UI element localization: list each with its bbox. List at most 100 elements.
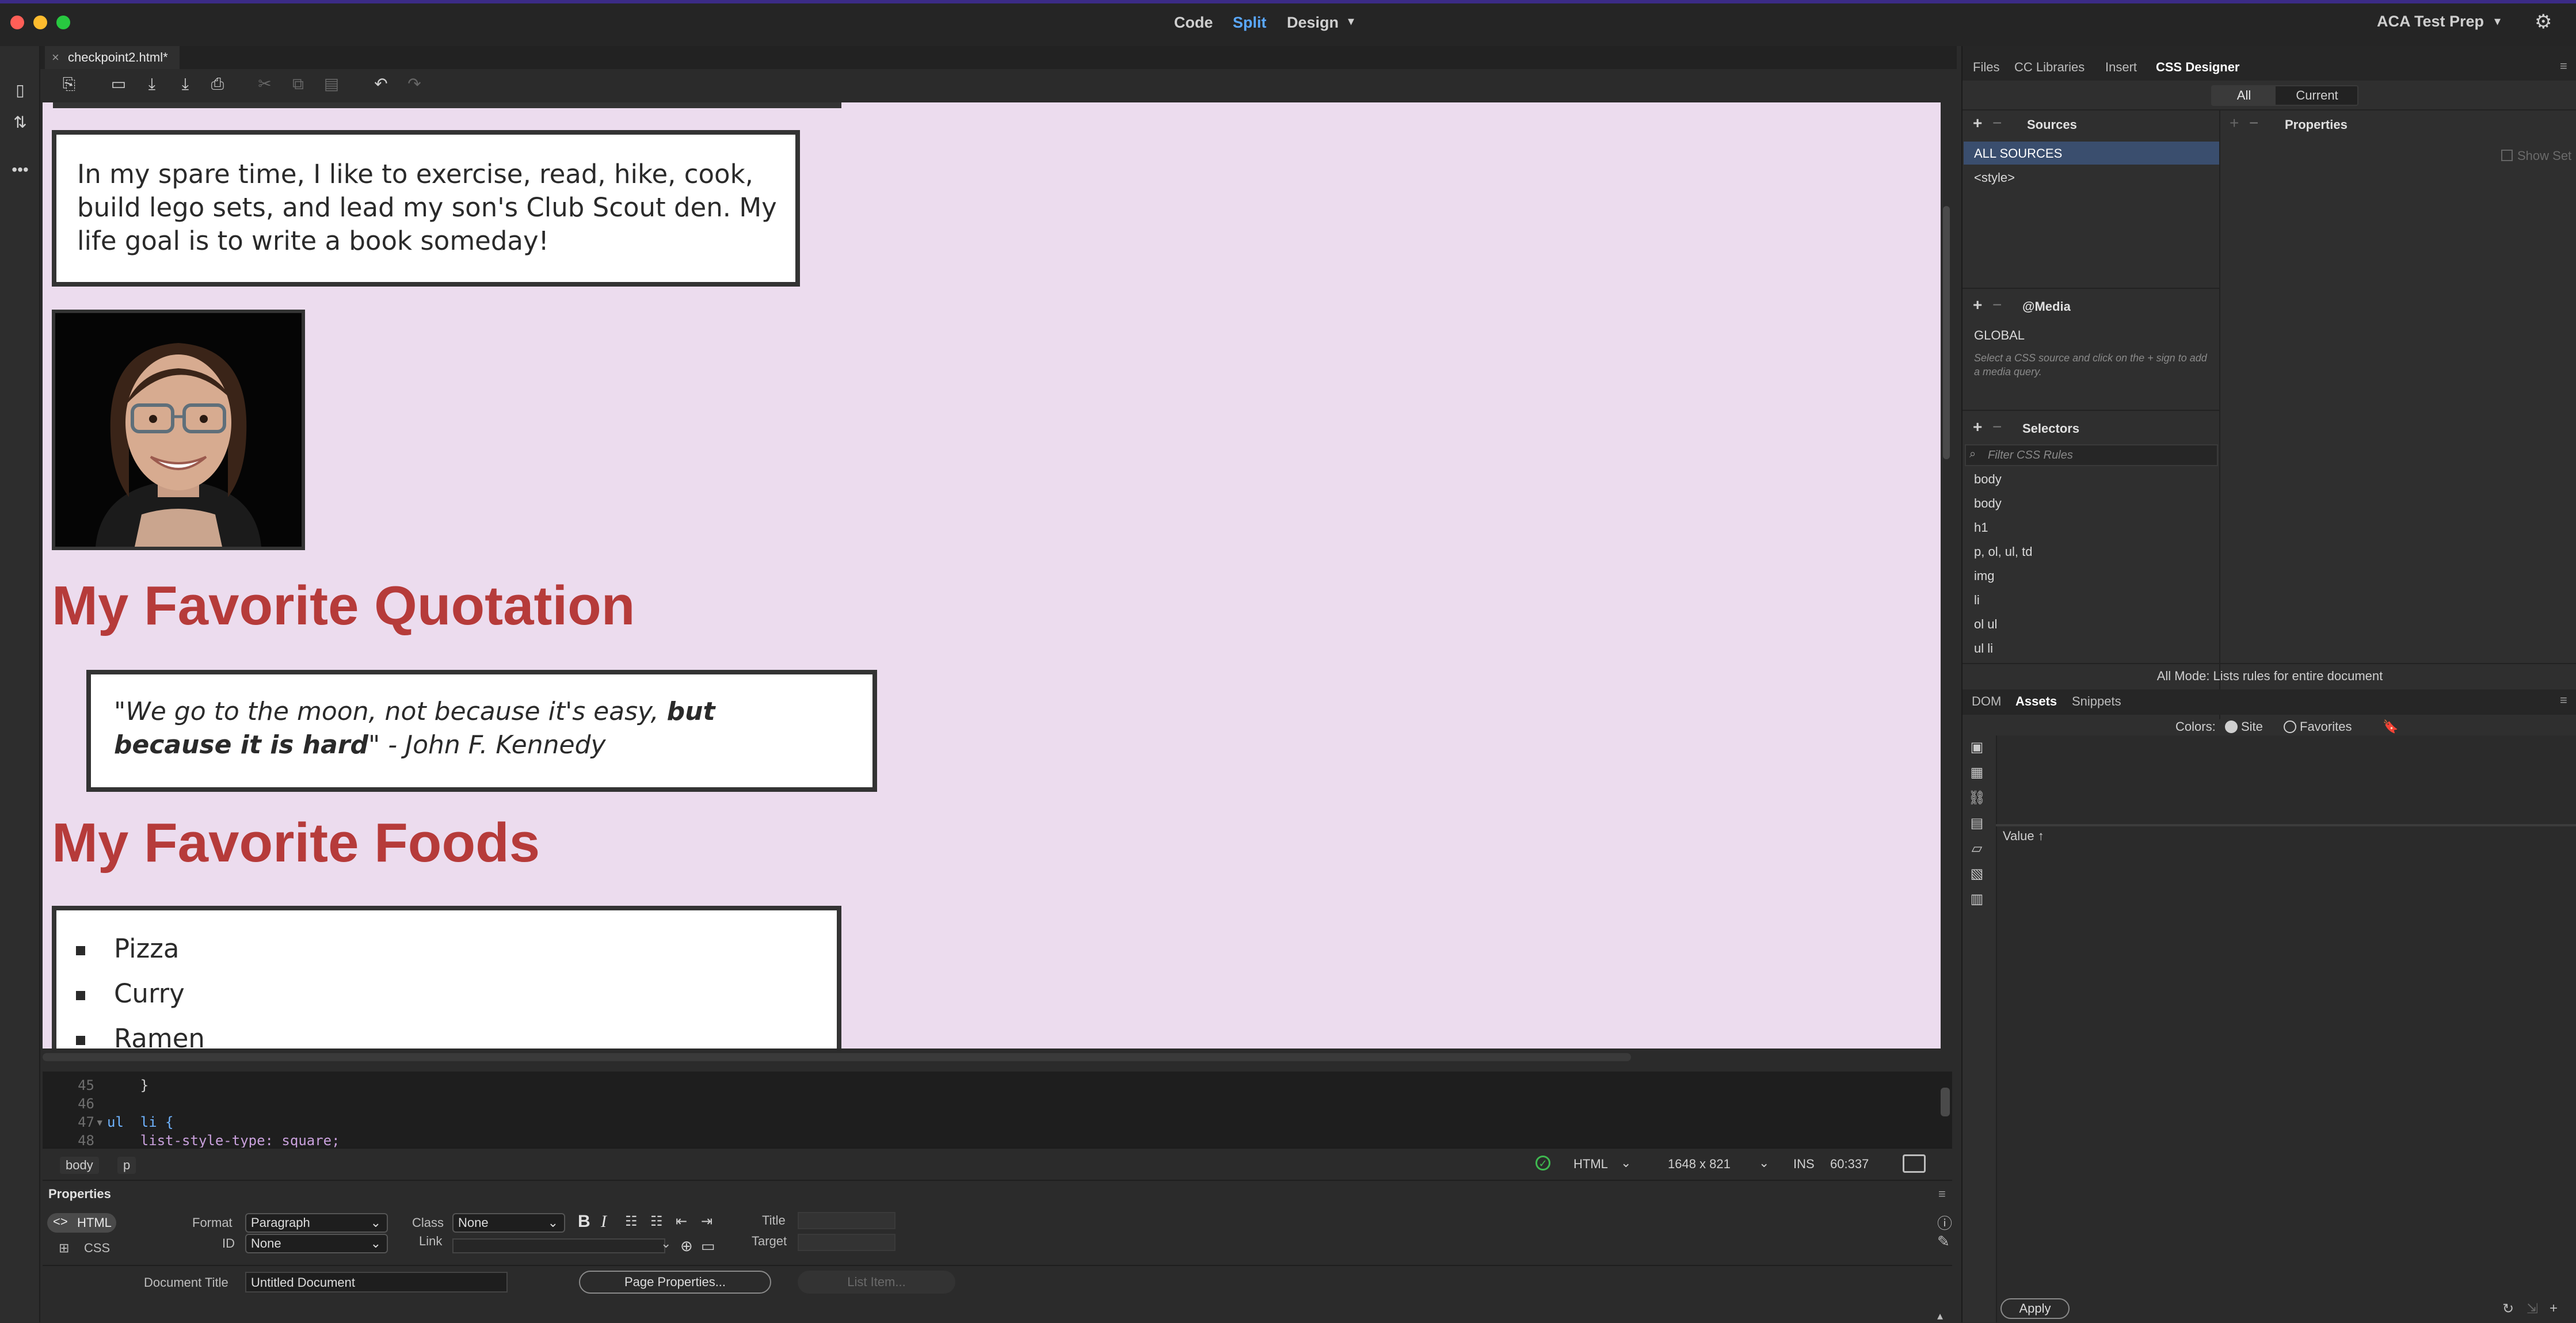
minimize-window-button[interactable] bbox=[33, 16, 47, 29]
all-button[interactable]: All bbox=[2212, 86, 2276, 105]
remove-selector-icon[interactable]: − bbox=[1992, 418, 2002, 436]
italic-button[interactable]: I bbox=[601, 1212, 607, 1232]
code-view[interactable]: 45 } 46 47 ▾ ul li { 48 list-style-type:… bbox=[43, 1072, 1952, 1149]
colors-grid-icon[interactable]: ▦ bbox=[1967, 763, 1987, 783]
open-folder-icon[interactable]: ▭ bbox=[107, 71, 130, 97]
close-window-button[interactable] bbox=[10, 16, 24, 29]
profile-photo[interactable] bbox=[52, 310, 305, 550]
list-item-button[interactable]: List Item... bbox=[798, 1271, 955, 1294]
page-properties-button[interactable]: Page Properties... bbox=[579, 1271, 771, 1294]
more-tools-icon[interactable]: ••• bbox=[9, 159, 31, 181]
remove-property-icon[interactable]: − bbox=[2249, 114, 2258, 132]
site-radio[interactable] bbox=[2225, 720, 2238, 733]
remove-source-icon[interactable]: − bbox=[1992, 114, 2002, 132]
split-view-button[interactable]: Split bbox=[1233, 14, 1267, 32]
selector-item[interactable]: img bbox=[1974, 569, 1994, 584]
point-to-file-icon[interactable]: ⊕ bbox=[680, 1237, 693, 1255]
new-document-icon[interactable]: ⎘ bbox=[58, 71, 81, 97]
selector-item[interactable]: p, ol, ul, td bbox=[1974, 544, 2033, 559]
help-icon[interactable]: ⓘ bbox=[1937, 1212, 1952, 1233]
save-all-icon[interactable]: ⤓ bbox=[174, 71, 197, 97]
quote-box[interactable]: "We go to the moon, not because it's eas… bbox=[86, 670, 877, 792]
class-select[interactable]: None ⌄ bbox=[452, 1213, 565, 1233]
tab-insert[interactable]: Insert bbox=[2105, 60, 2137, 75]
html-mode-toggle[interactable]: <> HTML bbox=[47, 1213, 116, 1233]
collapse-up-icon[interactable]: ▴ bbox=[1937, 1309, 1943, 1323]
undo-icon[interactable]: ↶ bbox=[369, 71, 393, 97]
add-property-icon[interactable]: + bbox=[2230, 114, 2239, 132]
refresh-icon[interactable]: ↻ bbox=[2502, 1301, 2514, 1317]
workspace-switcher[interactable]: ACA Test Prep bbox=[2377, 13, 2484, 30]
css-mode-label[interactable]: CSS bbox=[84, 1241, 110, 1256]
unordered-list-icon[interactable]: ☷ bbox=[625, 1213, 638, 1230]
value-column-header[interactable]: Value ↑ bbox=[2003, 829, 2044, 844]
code-fold-icon[interactable]: ▾ bbox=[96, 1114, 104, 1130]
indent-icon[interactable]: ⇥ bbox=[701, 1213, 712, 1230]
panel-options-icon[interactable]: ≡ bbox=[2560, 59, 2567, 74]
target-select[interactable] bbox=[798, 1234, 895, 1251]
copy-icon[interactable]: ⧉ bbox=[287, 71, 310, 97]
redo-icon[interactable]: ↷ bbox=[403, 71, 426, 97]
selector-item[interactable]: ul li bbox=[1974, 641, 1993, 656]
scripts-icon[interactable]: ▱ bbox=[1967, 839, 1987, 859]
preview-divider[interactable] bbox=[1996, 824, 2576, 826]
bio-paragraph-box[interactable]: In my spare time, I like to exercise, re… bbox=[52, 130, 800, 287]
cut-icon[interactable]: ✂ bbox=[253, 71, 276, 97]
source-all-sources[interactable]: ALL SOURCES bbox=[1974, 146, 2062, 161]
tab-snippets[interactable]: Snippets bbox=[2072, 694, 2121, 709]
close-tab-icon[interactable]: × bbox=[52, 46, 59, 69]
insert-asset-icon[interactable]: ⇲ bbox=[2527, 1301, 2538, 1317]
library-icon[interactable]: ▥ bbox=[1967, 890, 1987, 909]
code-scrollbar-thumb[interactable] bbox=[1941, 1088, 1950, 1116]
sort-arrows-icon[interactable]: ⇅ bbox=[9, 112, 31, 134]
code-view-button[interactable]: Code bbox=[1174, 14, 1213, 32]
add-media-icon[interactable]: + bbox=[1973, 296, 1982, 314]
link-chevron-icon[interactable]: ⌄ bbox=[661, 1236, 671, 1251]
assets-list[interactable] bbox=[1996, 735, 2576, 1322]
add-favorite-icon[interactable]: + bbox=[2550, 1301, 2558, 1317]
insert-mode-indicator[interactable]: INS bbox=[1793, 1157, 1815, 1172]
title-input[interactable] bbox=[798, 1212, 895, 1229]
selector-item[interactable]: li bbox=[1974, 593, 1980, 608]
templates-icon[interactable]: ▧ bbox=[1967, 864, 1987, 884]
workspace-chevron-icon[interactable]: ▾ bbox=[2494, 14, 2501, 29]
live-preview-icon[interactable] bbox=[1903, 1154, 1926, 1173]
tab-dom[interactable]: DOM bbox=[1972, 694, 2001, 709]
id-select[interactable]: None ⌄ bbox=[245, 1234, 388, 1253]
outdent-icon[interactable]: ⇤ bbox=[676, 1213, 687, 1230]
zoom-window-button[interactable] bbox=[56, 16, 70, 29]
show-set-checkbox[interactable] bbox=[2501, 150, 2513, 161]
favorites-radio[interactable] bbox=[2284, 720, 2296, 733]
design-view[interactable]: In my spare time, I like to exercise, re… bbox=[43, 102, 1941, 1049]
no-errors-check-icon[interactable]: ✓ bbox=[1535, 1156, 1550, 1171]
tab-css-designer[interactable]: CSS Designer bbox=[2156, 60, 2240, 75]
tag-p[interactable]: p bbox=[117, 1157, 136, 1174]
file-management-icon[interactable]: ▯ bbox=[9, 79, 31, 101]
tab-files[interactable]: Files bbox=[1973, 60, 1999, 75]
tag-body[interactable]: body bbox=[60, 1157, 99, 1174]
media-film-icon[interactable]: ▤ bbox=[1967, 814, 1987, 833]
quick-tag-editor-icon[interactable]: ✎ bbox=[1937, 1233, 1950, 1250]
ordered-list-icon[interactable]: ☷ bbox=[650, 1213, 663, 1230]
document-title-input[interactable]: Untitled Document bbox=[245, 1272, 508, 1293]
window-size-select[interactable]: 1648 x 821 bbox=[1668, 1157, 1731, 1172]
print-icon[interactable]: ⎙ bbox=[206, 71, 229, 97]
split-scrollbar-thumb[interactable] bbox=[43, 1053, 1631, 1061]
design-scrollbar-thumb[interactable] bbox=[1943, 206, 1950, 459]
bookmark-icon[interactable]: 🔖 bbox=[2383, 719, 2398, 734]
lower-panel-menu-icon[interactable]: ≡ bbox=[2560, 693, 2567, 708]
apply-button[interactable]: Apply bbox=[2000, 1298, 2070, 1319]
tab-assets[interactable]: Assets bbox=[2015, 694, 2057, 709]
panel-menu-icon[interactable]: ≡ bbox=[1938, 1187, 1946, 1202]
selector-item[interactable]: body bbox=[1974, 496, 2002, 511]
add-selector-icon[interactable]: + bbox=[1973, 418, 1982, 436]
images-icon[interactable]: ▣ bbox=[1967, 738, 1987, 757]
browse-folder-icon[interactable]: ▭ bbox=[701, 1237, 715, 1255]
current-button[interactable]: Current bbox=[2278, 86, 2356, 105]
media-global[interactable]: GLOBAL bbox=[1974, 328, 2025, 343]
remove-media-icon[interactable]: − bbox=[1992, 296, 2002, 314]
paste-icon[interactable]: ▤ bbox=[320, 71, 343, 97]
source-style[interactable]: <style> bbox=[1974, 170, 2015, 185]
window-size-chevron-icon[interactable]: ⌄ bbox=[1759, 1156, 1769, 1171]
design-scrollbar[interactable] bbox=[1941, 102, 1952, 1049]
